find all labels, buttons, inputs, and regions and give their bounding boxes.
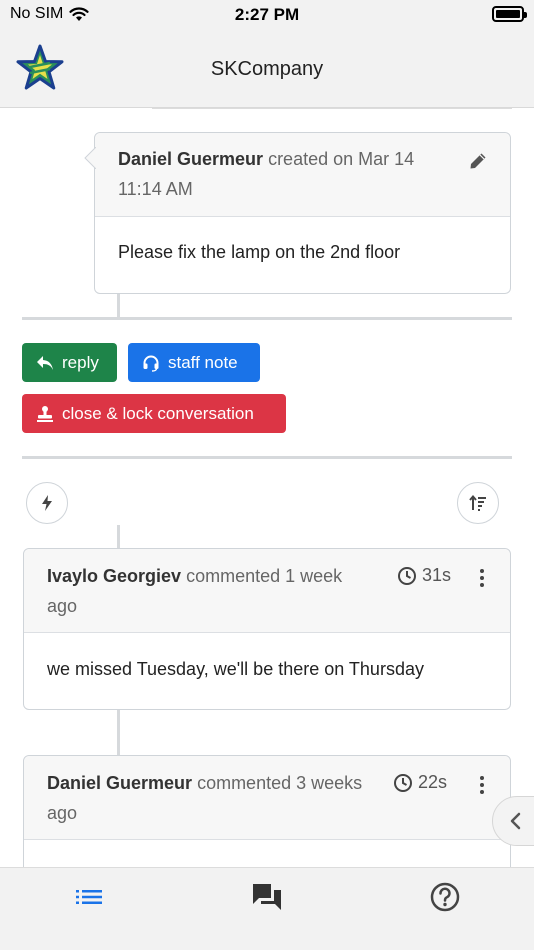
quick-actions-button[interactable] — [26, 482, 68, 524]
divider — [22, 456, 512, 459]
chat-icon — [253, 884, 281, 910]
comment-card: Ivaylo Georgiev commented 1 week ago 31s… — [23, 548, 511, 710]
elapsed-label: 31s — [422, 565, 452, 585]
elapsed-time: 22s — [393, 772, 447, 793]
sort-button[interactable] — [457, 482, 499, 524]
status-bar: No SIM 2:27 PM — [0, 0, 534, 30]
app-header: SKCompany — [0, 30, 534, 108]
divider — [22, 317, 512, 320]
nav-conversations[interactable] — [247, 880, 287, 914]
comment-card: Daniel Guermeur commented 3 weeks ago 22… — [23, 755, 511, 867]
close-lock-label: close & lock conversation — [62, 403, 254, 423]
timeline-line — [117, 525, 120, 549]
app-title: SKCompany — [210, 58, 324, 80]
close-lock-button[interactable]: close & lock conversation — [22, 394, 286, 433]
more-options-icon[interactable] — [477, 776, 487, 794]
divider — [152, 108, 512, 109]
headset-icon — [143, 355, 159, 372]
help-circle-icon — [430, 882, 460, 912]
original-post-header: Daniel Guermeur created on Mar 14 11:14 … — [95, 133, 510, 217]
chevron-left-icon — [510, 812, 521, 830]
comment-author[interactable]: Ivaylo Georgiev — [47, 566, 181, 586]
bottom-nav — [0, 867, 534, 950]
original-post-card: Daniel Guermeur created on Mar 14 11:14 … — [84, 132, 511, 294]
comment-author[interactable]: Daniel Guermeur — [47, 773, 192, 793]
reply-button[interactable]: reply — [22, 343, 117, 382]
staff-note-label: staff note — [168, 352, 238, 372]
clock-icon — [394, 773, 412, 792]
reply-icon — [37, 355, 53, 370]
sort-icon — [469, 494, 486, 511]
list-icon — [76, 890, 102, 904]
battery-icon — [492, 6, 527, 22]
timeline-line — [117, 294, 120, 318]
nav-help[interactable] — [425, 880, 465, 914]
status-time: 2:27 PM — [234, 5, 300, 24]
comment-body — [24, 840, 510, 866]
nav-list[interactable] — [69, 880, 109, 914]
elapsed-label: 22s — [418, 772, 448, 792]
elapsed-time: 31s — [397, 565, 451, 586]
pencil-icon[interactable] — [468, 151, 488, 171]
card-pointer — [84, 147, 96, 169]
reply-label: reply — [62, 352, 99, 372]
comment-body: we missed Tuesday, we'll be there on Thu… — [47, 659, 424, 679]
bolt-icon — [42, 495, 52, 511]
staff-note-button[interactable]: staff note — [128, 343, 260, 382]
more-options-icon[interactable] — [477, 569, 487, 587]
post-author[interactable]: Daniel Guermeur — [118, 149, 263, 169]
stamp-icon — [37, 405, 53, 422]
side-drawer-toggle[interactable] — [492, 796, 534, 846]
comment-header: Daniel Guermeur commented 3 weeks ago — [24, 756, 510, 840]
post-body: Please fix the lamp on the 2nd floor — [118, 242, 401, 262]
timeline-line — [117, 710, 120, 756]
comment-header: Ivaylo Georgiev commented 1 week ago — [24, 549, 510, 633]
clock-icon — [398, 566, 416, 585]
conversation-view[interactable]: Daniel Guermeur created on Mar 14 11:14 … — [0, 108, 534, 867]
